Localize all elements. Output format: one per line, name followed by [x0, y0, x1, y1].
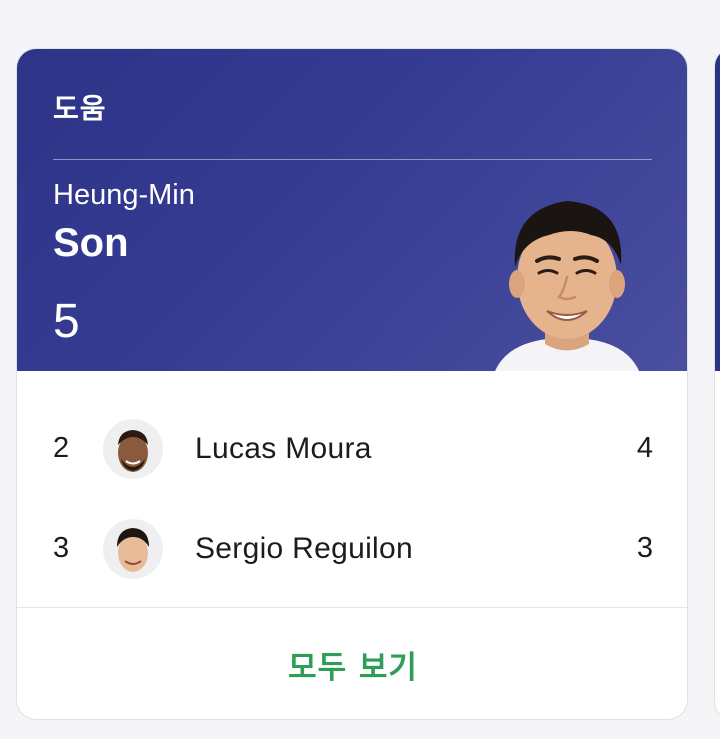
leader-stat-value: 5: [53, 295, 80, 348]
player-name: Lucas Moura: [195, 432, 372, 465]
next-stat-card[interactable]: [714, 48, 720, 720]
player-rank: 2: [53, 432, 70, 464]
leader-last-name: Son: [53, 221, 129, 265]
stat-leader-card: 도움 Heung-Min Son 5 2 Lucas Moura 4 3 Ser…: [16, 48, 688, 720]
leader-first-name: Heung-Min: [53, 179, 195, 211]
next-stat-card-header: [715, 49, 720, 371]
card-header[interactable]: 도움 Heung-Min Son 5: [17, 49, 687, 371]
list-item[interactable]: 2 Lucas Moura 4: [17, 399, 687, 499]
player-avatar: [103, 419, 163, 479]
header-divider: [53, 159, 652, 160]
leader-player-photo: [495, 201, 639, 371]
view-all-link[interactable]: 모두 보기: [17, 608, 687, 719]
player-stat-value: 3: [636, 532, 653, 564]
stat-title: 도움: [53, 92, 107, 125]
player-name: Sergio Reguilon: [195, 532, 413, 565]
player-stat-value: 4: [636, 432, 653, 464]
player-rank: 3: [53, 532, 70, 564]
player-avatar: [103, 519, 163, 579]
list-item[interactable]: 3 Sergio Reguilon 3: [17, 499, 687, 599]
